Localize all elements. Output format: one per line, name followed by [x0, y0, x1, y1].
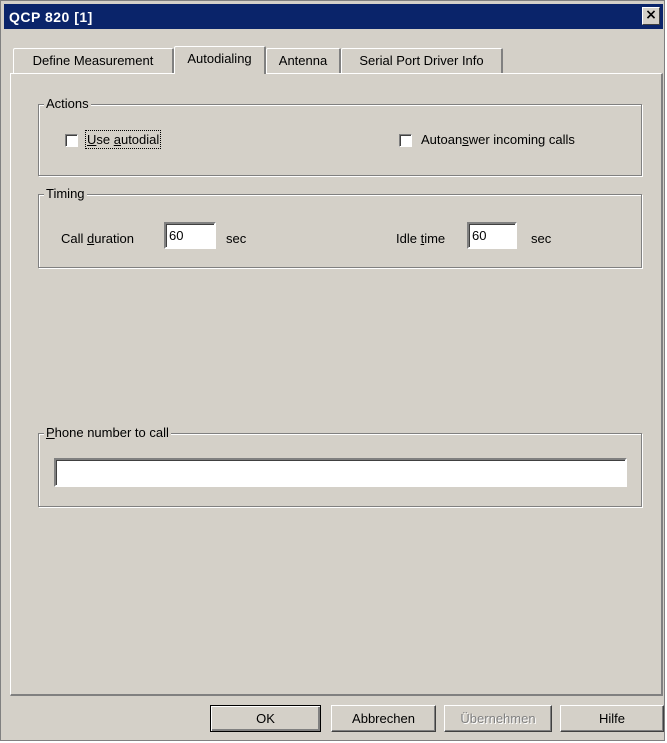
tab-define-measurement[interactable]: Define Measurement	[13, 48, 174, 74]
idle-time-input[interactable]	[467, 222, 517, 249]
autoanswer-label[interactable]: Autoanswer incoming calls	[421, 132, 575, 147]
help-button[interactable]: Hilfe	[560, 705, 664, 732]
actions-group: Actions Use autodial Autoanswer incoming…	[38, 96, 642, 176]
timing-group: Timing Call duration sec Idle time sec	[38, 186, 642, 268]
cancel-button[interactable]: Abbrechen	[331, 705, 436, 732]
phone-group: Phone number to call	[38, 425, 642, 507]
dialog-window: QCP 820 [1] × Define Measurement Autodia…	[0, 0, 665, 741]
autoanswer-checkbox[interactable]	[399, 134, 412, 147]
phone-number-input[interactable]	[54, 458, 627, 487]
tab-panel-autodialing: Actions Use autodial Autoanswer incoming…	[10, 73, 663, 696]
tab-autodialing[interactable]: Autodialing	[174, 46, 266, 74]
tab-antenna[interactable]: Antenna	[266, 48, 341, 74]
close-button[interactable]: ×	[642, 7, 660, 25]
idle-time-label: Idle time	[396, 231, 446, 246]
apply-button[interactable]: Übernehmen	[444, 705, 552, 732]
ok-button[interactable]: OK	[210, 705, 321, 732]
tab-serial-port-driver-info[interactable]: Serial Port Driver Info	[341, 48, 503, 74]
call-duration-label: Call duration	[61, 231, 134, 246]
close-icon: ×	[645, 7, 657, 23]
use-autodial-checkbox[interactable]	[65, 134, 78, 147]
idle-time-unit: sec	[531, 231, 552, 246]
use-autodial-label[interactable]: Use autodial	[84, 130, 162, 149]
window-title: QCP 820 [1]	[9, 8, 93, 25]
timing-group-label: Timing	[44, 186, 87, 202]
phone-group-label: Phone number to call	[44, 425, 171, 441]
actions-group-label: Actions	[44, 96, 91, 112]
title-bar[interactable]: QCP 820 [1] ×	[4, 4, 663, 29]
call-duration-input[interactable]	[164, 222, 216, 249]
call-duration-unit: sec	[226, 231, 247, 246]
